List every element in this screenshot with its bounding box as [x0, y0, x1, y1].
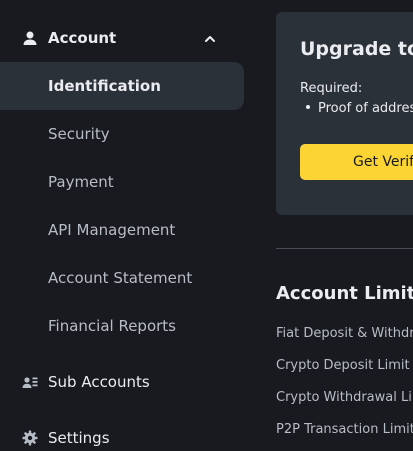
limit-row-crypto-withdrawal: Crypto Withdrawal Lin	[276, 390, 413, 405]
sidebar-item-api-management[interactable]: API Management	[0, 206, 244, 254]
sidebar-item-security[interactable]: Security	[0, 110, 244, 158]
user-icon	[22, 30, 38, 46]
upgrade-card-title: Upgrade to i	[300, 38, 413, 60]
sidebar-item-account[interactable]: Account	[0, 14, 244, 62]
required-label: Required:	[300, 81, 363, 96]
sidebar-item-account-statement[interactable]: Account Statement	[0, 254, 244, 302]
sidebar-item-label: Account	[48, 29, 117, 47]
sidebar-item-payment[interactable]: Payment	[0, 158, 244, 206]
divider	[276, 248, 413, 249]
sidebar-item-sub-accounts[interactable]: Sub Accounts	[0, 358, 244, 406]
requirement-item: Proof of addres	[306, 101, 413, 116]
upgrade-card: Upgrade to i Required: Proof of addres G…	[276, 12, 413, 215]
limit-row-crypto-deposit: Crypto Deposit Limit	[276, 358, 410, 373]
sidebar-item-label: Identification	[48, 77, 161, 95]
chevron-up-icon[interactable]	[203, 31, 217, 45]
limit-row-fiat: Fiat Deposit & Withdra	[276, 326, 413, 341]
sidebar-item-label: Settings	[48, 429, 110, 447]
main-content: Upgrade to i Required: Proof of addres G…	[256, 0, 413, 451]
sub-accounts-icon	[22, 374, 38, 390]
sidebar-item-label: Account Statement	[48, 269, 193, 287]
get-verified-button[interactable]: Get Verifi	[300, 144, 413, 180]
gear-icon	[22, 430, 38, 446]
account-limits-title: Account Limits	[276, 283, 413, 304]
bullet-icon	[306, 104, 310, 109]
sidebar-item-label: Security	[48, 125, 110, 143]
sidebar-item-label: Financial Reports	[48, 317, 176, 335]
sidebar-item-label: Payment	[48, 173, 114, 191]
requirement-text: Proof of addres	[318, 101, 413, 116]
sidebar: Account Identification Security Payment …	[0, 0, 256, 451]
sidebar-item-identification[interactable]: Identification	[0, 62, 244, 110]
sidebar-item-label: API Management	[48, 221, 176, 239]
limit-row-p2p: P2P Transaction Limits	[276, 422, 413, 437]
sidebar-item-settings[interactable]: Settings	[0, 414, 244, 451]
sidebar-item-financial-reports[interactable]: Financial Reports	[0, 302, 244, 350]
sidebar-item-label: Sub Accounts	[48, 373, 150, 391]
